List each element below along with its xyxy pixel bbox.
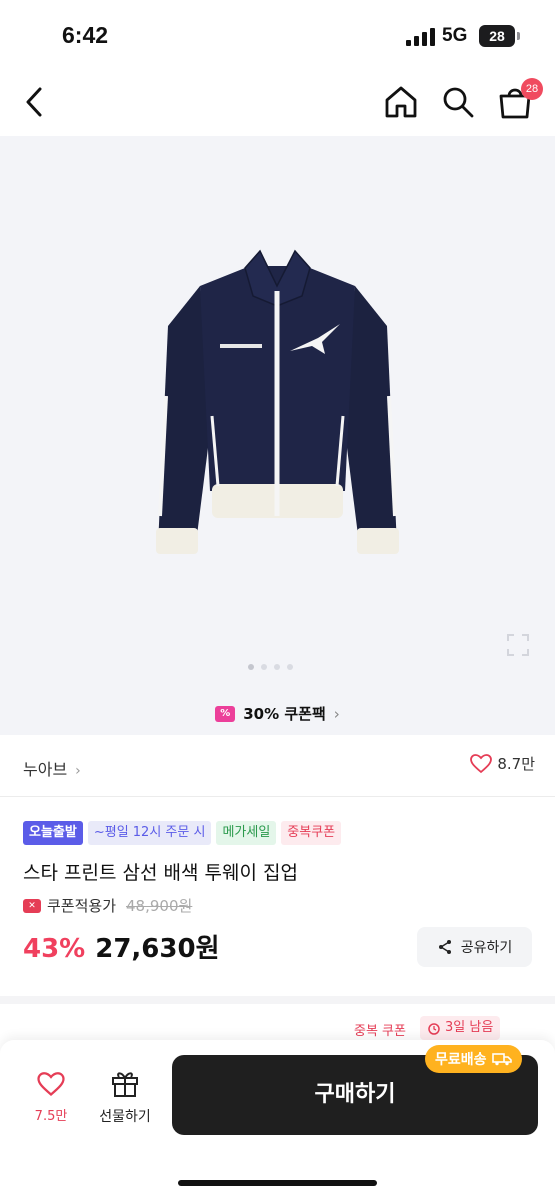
home-indicator [178, 1180, 377, 1186]
free-shipping-badge: 무료배송 [425, 1045, 522, 1073]
expand-icon[interactable] [505, 632, 531, 658]
share-icon [438, 940, 451, 954]
brand-row: 누아브 › 8.7만 [0, 735, 555, 797]
coupon-tag-icon: % [215, 705, 236, 722]
coupon-price-row: ✕ 쿠폰적용가 48,900원 [23, 895, 192, 916]
heart-icon [37, 1072, 65, 1096]
sale-price: 27,630원 [95, 934, 220, 964]
network-label: 5G [442, 25, 468, 46]
carousel-dot [274, 664, 280, 670]
dup-coupon-label: 중복 쿠폰 [354, 1024, 406, 1039]
heart-icon [470, 753, 493, 773]
carousel-dot [261, 664, 267, 670]
top-nav [0, 70, 555, 136]
gift-icon [112, 1072, 138, 1097]
section-divider [0, 996, 555, 1004]
carousel-dots [248, 655, 300, 674]
like-count: 7.5만 [34, 1109, 68, 1124]
product-jacket-image [156, 249, 399, 554]
product-badges: 오늘출발 ~평일 12시 주문 시 메가세일 중복쿠폰 [23, 821, 342, 845]
chevron-right-icon: › [75, 763, 81, 779]
battery-icon: 28 [479, 25, 515, 47]
status-bar: 6:42 5G 28 [0, 0, 555, 70]
cart-count-badge: 28 [521, 78, 543, 100]
badge-dup-coupon: 중복쿠폰 [281, 821, 342, 845]
free-shipping-label: 무료배송 [435, 1052, 487, 1068]
brand-like-button[interactable]: 8.7만 [470, 753, 535, 774]
coupon-price-label: 쿠폰적용가 [47, 897, 117, 915]
share-button[interactable]: 공유하기 [417, 927, 532, 967]
days-left-badge: 3일 남음 [420, 1016, 501, 1040]
chevron-right-icon: › [333, 704, 340, 723]
coupon-pack-label: 30% 쿠폰팩 [243, 705, 326, 723]
badge-mega-sale: 메가세일 [216, 821, 277, 845]
alarm-clock-icon [428, 1023, 440, 1035]
search-icon[interactable] [440, 84, 476, 120]
badge-today-ship: 오늘출발 [23, 821, 83, 845]
original-price: 48,900원 [126, 897, 193, 915]
gift-label: 선물하기 [99, 1109, 151, 1125]
signal-icon [406, 28, 435, 46]
gift-button[interactable]: 선물하기 [92, 1068, 158, 1126]
bottom-action-bar: 7.5만 선물하기 구매하기 무료배송 [0, 1040, 555, 1200]
like-button[interactable]: 7.5만 [24, 1072, 78, 1124]
brand-link[interactable]: 누아브 › [23, 756, 81, 780]
product-image-carousel[interactable] [0, 136, 555, 692]
brand-name: 누아브 [23, 760, 68, 779]
carousel-dot [287, 664, 293, 670]
share-label: 공유하기 [460, 940, 513, 956]
price-row: 43% 27,630원 [23, 928, 220, 965]
days-left-text: 3일 남음 [445, 1020, 494, 1035]
coupon-pack-banner[interactable]: % 30% 쿠폰팩 › [0, 692, 555, 735]
brand-like-count: 8.7만 [497, 755, 535, 773]
carousel-dot [248, 664, 254, 670]
battery-tip [517, 32, 520, 40]
coupon-ticket-icon: ✕ [23, 898, 41, 913]
status-time: 6:42 [62, 22, 109, 48]
discount-rate: 43% [23, 934, 86, 964]
badge-weekday-cutoff: ~평일 12시 주문 시 [87, 821, 212, 845]
home-icon[interactable] [383, 84, 419, 120]
product-title: 스타 프린트 삼선 배색 투웨이 집업 [23, 862, 298, 884]
truck-icon [491, 1053, 512, 1066]
back-icon[interactable] [18, 84, 54, 120]
